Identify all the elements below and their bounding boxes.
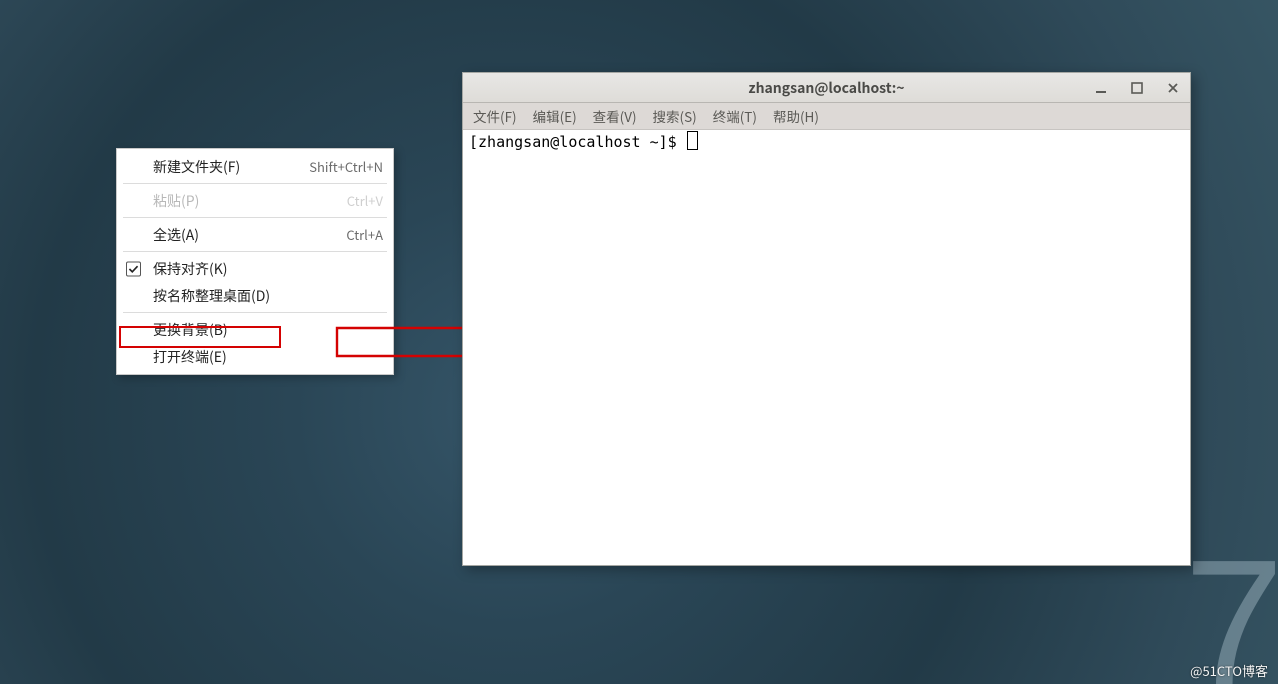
menu-label: 粘贴(P) — [153, 191, 199, 211]
menubar-search[interactable]: 搜索(S) — [649, 104, 701, 128]
menubar-edit[interactable]: 编辑(E) — [529, 104, 581, 128]
desktop[interactable]: 7 新建文件夹(F) Shift+Ctrl+N 粘贴(P) Ctrl+V 全选(… — [0, 0, 1278, 684]
window-title: zhangsan@localhost:~ — [748, 78, 904, 98]
menu-new-folder[interactable]: 新建文件夹(F) Shift+Ctrl+N — [117, 153, 393, 180]
menu-accel: Shift+Ctrl+N — [309, 157, 383, 176]
menubar-help[interactable]: 帮助(H) — [769, 104, 823, 128]
menu-label: 按名称整理桌面(D) — [153, 286, 270, 306]
terminal-body[interactable]: [zhangsan@localhost ~]$ — [463, 130, 1190, 565]
menu-separator — [123, 217, 387, 218]
menu-label: 更换背景(B) — [153, 320, 228, 340]
menu-organize-by-name[interactable]: 按名称整理桌面(D) — [117, 282, 393, 309]
window-titlebar[interactable]: zhangsan@localhost:~ — [463, 73, 1190, 103]
menu-select-all[interactable]: 全选(A) Ctrl+A — [117, 221, 393, 248]
minimize-button[interactable] — [1090, 77, 1112, 99]
menu-label: 打开终端(E) — [153, 347, 227, 367]
menu-label: 保持对齐(K) — [153, 259, 228, 279]
menu-paste: 粘贴(P) Ctrl+V — [117, 187, 393, 214]
menu-separator — [123, 251, 387, 252]
terminal-window: zhangsan@localhost:~ 文件(F) 编辑(E) 查看(V) 搜… — [462, 72, 1191, 566]
terminal-menubar: 文件(F) 编辑(E) 查看(V) 搜索(S) 终端(T) 帮助(H) — [463, 103, 1190, 130]
terminal-cursor-icon — [688, 132, 697, 149]
menu-accel: Ctrl+V — [347, 191, 383, 210]
window-controls — [1090, 73, 1184, 102]
menu-separator — [123, 183, 387, 184]
attribution-text: @51CTO博客 — [1190, 661, 1268, 680]
maximize-button[interactable] — [1126, 77, 1148, 99]
terminal-prompt: [zhangsan@localhost ~]$ — [469, 133, 686, 151]
checkbox-icon — [126, 261, 141, 276]
menubar-terminal[interactable]: 终端(T) — [709, 104, 761, 128]
close-button[interactable] — [1162, 77, 1184, 99]
menubar-file[interactable]: 文件(F) — [469, 104, 521, 128]
menu-label: 新建文件夹(F) — [153, 157, 240, 177]
menu-accel: Ctrl+A — [346, 225, 383, 244]
menu-label: 全选(A) — [153, 225, 199, 245]
menu-keep-aligned[interactable]: 保持对齐(K) — [117, 255, 393, 282]
menubar-view[interactable]: 查看(V) — [589, 104, 641, 128]
